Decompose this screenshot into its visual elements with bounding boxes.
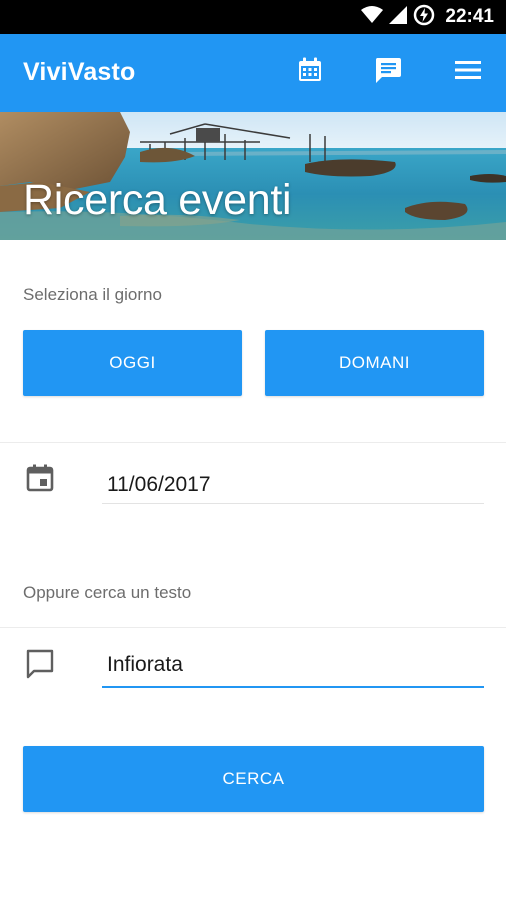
today-button[interactable]: OGGI bbox=[23, 330, 242, 396]
day-section-label: Seleziona il giorno bbox=[23, 285, 162, 304]
date-field-underline bbox=[102, 503, 484, 504]
wifi-icon bbox=[361, 5, 384, 29]
hero-banner: Ricerca eventi bbox=[0, 112, 506, 240]
signal-icon bbox=[389, 5, 408, 29]
status-bar: 22:41 bbox=[0, 0, 506, 34]
chat-button[interactable] bbox=[370, 54, 406, 90]
divider bbox=[0, 627, 506, 628]
status-time: 22:41 bbox=[445, 6, 494, 27]
hero-title: Ricerca eventi bbox=[23, 176, 292, 224]
search-input-underline bbox=[102, 686, 484, 688]
date-field[interactable] bbox=[102, 465, 484, 505]
chat-icon bbox=[373, 55, 403, 90]
menu-button[interactable] bbox=[450, 54, 486, 90]
calendar-button[interactable] bbox=[292, 54, 328, 90]
text-section-label: Oppure cerca un testo bbox=[23, 583, 192, 602]
app-bar: ViviVasto bbox=[0, 34, 506, 112]
status-icons: 22:41 bbox=[361, 4, 494, 31]
date-icon bbox=[24, 462, 56, 494]
search-text-input[interactable] bbox=[102, 645, 484, 685]
battery-charging-icon bbox=[413, 4, 435, 31]
search-button[interactable]: CERCA bbox=[23, 746, 484, 812]
app-title: ViviVasto bbox=[23, 58, 136, 86]
divider bbox=[0, 442, 506, 443]
menu-icon bbox=[454, 58, 482, 87]
tomorrow-button[interactable]: DOMANI bbox=[265, 330, 484, 396]
comment-icon bbox=[24, 648, 56, 680]
calendar-icon bbox=[296, 56, 324, 89]
